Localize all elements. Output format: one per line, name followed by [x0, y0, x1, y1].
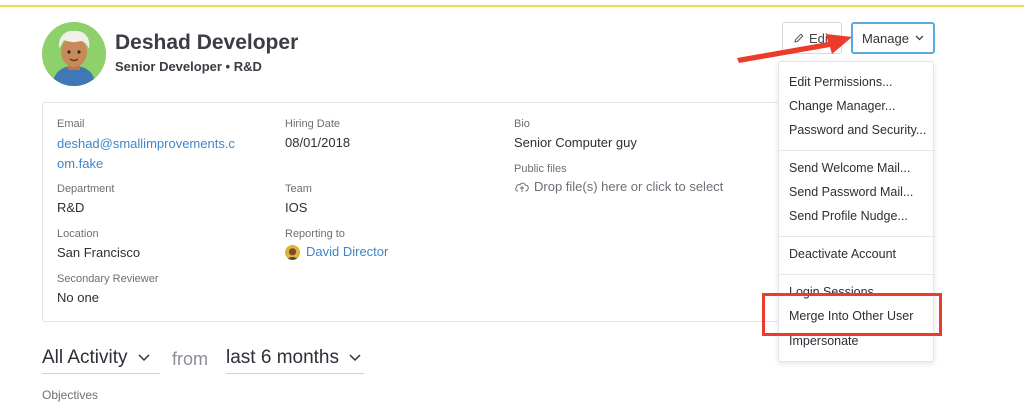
reporting-to-value[interactable]: David Director [285, 244, 388, 261]
manage-button[interactable]: Manage [851, 22, 935, 54]
top-rule [0, 5, 1024, 7]
chevron-down-icon [138, 354, 150, 362]
location-label: Location [57, 228, 99, 240]
edit-button-label: Edit [809, 30, 832, 46]
menu-divider [779, 150, 935, 151]
menu-item-change-manager[interactable]: Change Manager... [789, 99, 895, 113]
person-avatar-icon [285, 245, 300, 261]
time-range-dropdown[interactable]: last 6 months [226, 347, 361, 369]
secondary-reviewer-label: Secondary Reviewer [57, 273, 159, 285]
time-range-label: last 6 months [226, 347, 339, 368]
menu-divider [779, 236, 935, 237]
hiring-date-value: 08/01/2018 [285, 135, 351, 150]
manager-avatar [285, 245, 300, 261]
hiring-date-label: Hiring Date [285, 118, 341, 130]
from-label: from [172, 349, 208, 369]
file-dropzone-text: Drop file(s) here or click to select [534, 179, 724, 194]
team-value: IOS [285, 200, 308, 215]
activity-filter-underline [42, 373, 160, 374]
person-avatar-icon [42, 22, 106, 86]
activity-filter-dropdown[interactable]: All Activity [42, 347, 150, 369]
email-link[interactable]: deshad@smallimprovements.com.fake [57, 134, 242, 174]
file-dropzone[interactable]: Drop file(s) here or click to select [514, 179, 723, 194]
team-label: Team [285, 183, 312, 195]
location-value: San Francisco [57, 245, 141, 260]
reporting-to-label: Reporting to [285, 228, 345, 240]
menu-item-password-security[interactable]: Password and Security... [789, 123, 926, 137]
menu-item-deactivate-account[interactable]: Deactivate Account [789, 247, 896, 261]
menu-item-impersonate[interactable]: Impersonate [789, 334, 858, 348]
menu-item-send-welcome-mail[interactable]: Send Welcome Mail... [789, 161, 910, 175]
menu-divider [779, 274, 935, 275]
secondary-reviewer-value: No one [57, 290, 99, 305]
cloud-upload-icon [515, 182, 529, 192]
edit-button[interactable]: Edit [782, 22, 842, 54]
public-files-label: Public files [514, 163, 567, 175]
objectives-item: Objectives [42, 388, 99, 402]
menu-item-send-password-mail[interactable]: Send Password Mail... [789, 185, 913, 199]
bio-label: Bio [514, 118, 530, 130]
department-label: Department [57, 183, 115, 195]
activity-filter-label: All Activity [42, 347, 128, 368]
pencil-icon [794, 33, 804, 43]
profile-details-card: Email deshad@smallimprovements.com.fake … [42, 102, 802, 322]
manage-button-label: Manage [862, 30, 909, 46]
time-range-underline [226, 373, 364, 374]
department-value: R&D [57, 200, 85, 215]
user-avatar [42, 22, 106, 86]
bio-value: Senior Computer guy [514, 135, 637, 150]
annotation-highlight-box [762, 293, 942, 336]
user-subtitle: Senior Developer • R&D [115, 59, 262, 74]
menu-item-edit-permissions[interactable]: Edit Permissions... [789, 75, 893, 89]
user-name: Deshad Developer [115, 31, 299, 54]
chevron-down-icon [915, 35, 924, 41]
menu-item-send-profile-nudge[interactable]: Send Profile Nudge... [789, 209, 908, 223]
email-label: Email [57, 118, 85, 130]
manager-link[interactable]: David Director [306, 244, 388, 259]
chevron-down-icon [349, 354, 361, 362]
